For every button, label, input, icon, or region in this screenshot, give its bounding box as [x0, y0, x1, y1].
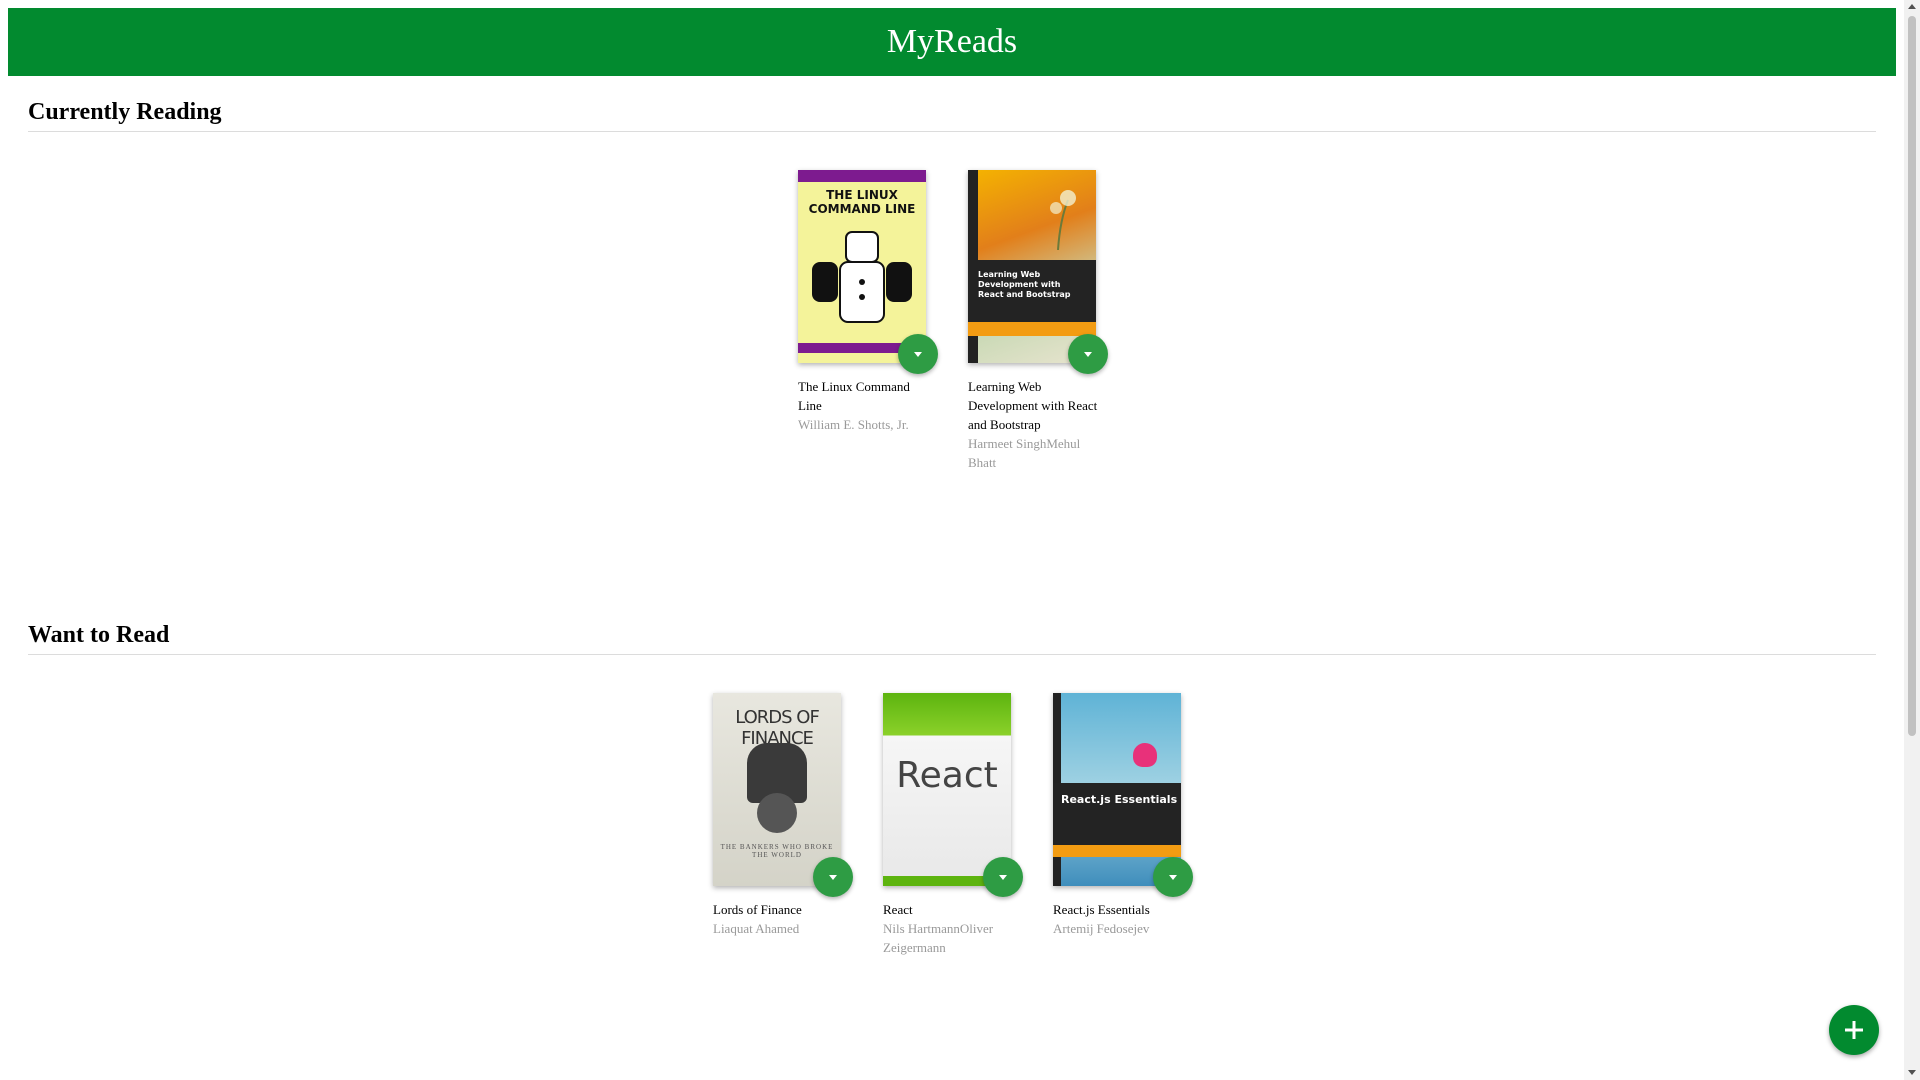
book-grid: THE LINUX COMMAND LINE The Linux Command…	[28, 132, 1876, 532]
shelf-changer-button[interactable]	[1153, 857, 1193, 897]
caret-down-icon	[914, 352, 922, 357]
book-title: Learning Web Development with React and …	[968, 379, 1098, 432]
shelf-changer-button[interactable]	[898, 334, 938, 374]
book-item: Learning Web Development with React and …	[968, 170, 1108, 472]
shelf-changer-button[interactable]	[1068, 334, 1108, 374]
scroll-up-arrow-icon[interactable]	[1908, 4, 1916, 9]
book-title: React.js Essentials	[1053, 902, 1150, 917]
book-authors: Harmeet SinghMehul Bhatt	[968, 436, 1081, 470]
shelf-want-to-read: Want to Read LORDS OF FINANCE THE BANKER…	[28, 622, 1876, 1055]
book-cover[interactable]: Learning Web Development with React and …	[968, 170, 1096, 363]
book-item: React React Nils HartmannOliver Zeigerma…	[883, 693, 1023, 957]
shelf-changer-button[interactable]	[813, 857, 853, 897]
scroll-down-arrow-icon[interactable]	[1908, 1070, 1916, 1075]
plus-icon	[1845, 1021, 1863, 1039]
book-authors: Liaquat Ahamed	[713, 921, 800, 936]
shelf-changer-button[interactable]	[983, 857, 1023, 897]
book-item: LORDS OF FINANCE THE BANKERS WHO BROKE T…	[713, 693, 853, 938]
shelf-title: Want to Read	[28, 622, 1876, 655]
book-grid: LORDS OF FINANCE THE BANKERS WHO BROKE T…	[28, 655, 1876, 1055]
cover-title-text: Learning Web Development with React and …	[978, 270, 1071, 299]
book-cover[interactable]: LORDS OF FINANCE THE BANKERS WHO BROKE T…	[713, 693, 841, 886]
book-item: THE LINUX COMMAND LINE The Linux Command…	[798, 170, 938, 434]
app-header: MyReads	[8, 8, 1896, 76]
caret-down-icon	[999, 875, 1007, 880]
book-cover[interactable]: React	[883, 693, 1011, 886]
cover-title-text: THE LINUX COMMAND LINE	[808, 188, 916, 216]
shelf-title: Currently Reading	[28, 99, 1876, 132]
shelf-currently-reading: Currently Reading THE LINUX COMMAND LINE…	[28, 99, 1876, 532]
book-authors: Artemij Fedosejev	[1053, 921, 1150, 936]
robot-illustration	[812, 231, 912, 323]
vertical-scrollbar[interactable]	[1904, 0, 1920, 1080]
flower-illustration	[1050, 190, 1076, 250]
globe-illustration	[757, 793, 797, 833]
book-cover[interactable]: React.js Essentials	[1053, 693, 1181, 886]
lotus-illustration	[1133, 743, 1157, 767]
caret-down-icon	[1084, 352, 1092, 357]
book-authors: Nils HartmannOliver Zeigermann	[883, 921, 994, 955]
cover-subtitle-text: THE BANKERS WHO BROKE THE WORLD	[720, 843, 834, 859]
book-authors: William E. Shotts, Jr.	[798, 417, 909, 432]
caret-down-icon	[829, 875, 837, 880]
app-title: MyReads	[886, 23, 1018, 60]
add-book-button[interactable]	[1829, 1005, 1879, 1055]
book-title: The Linux Command Line	[798, 379, 910, 413]
cover-title-text: React.js Essentials	[1061, 793, 1178, 806]
book-cover[interactable]: THE LINUX COMMAND LINE	[798, 170, 926, 363]
book-title: React	[883, 902, 913, 917]
cover-title-text: React	[896, 755, 998, 796]
scroll-thumb[interactable]	[1908, 16, 1916, 736]
book-title: Lords of Finance	[713, 902, 802, 917]
caret-down-icon	[1169, 875, 1177, 880]
book-item: React.js Essentials React.js Essentials …	[1053, 693, 1193, 938]
